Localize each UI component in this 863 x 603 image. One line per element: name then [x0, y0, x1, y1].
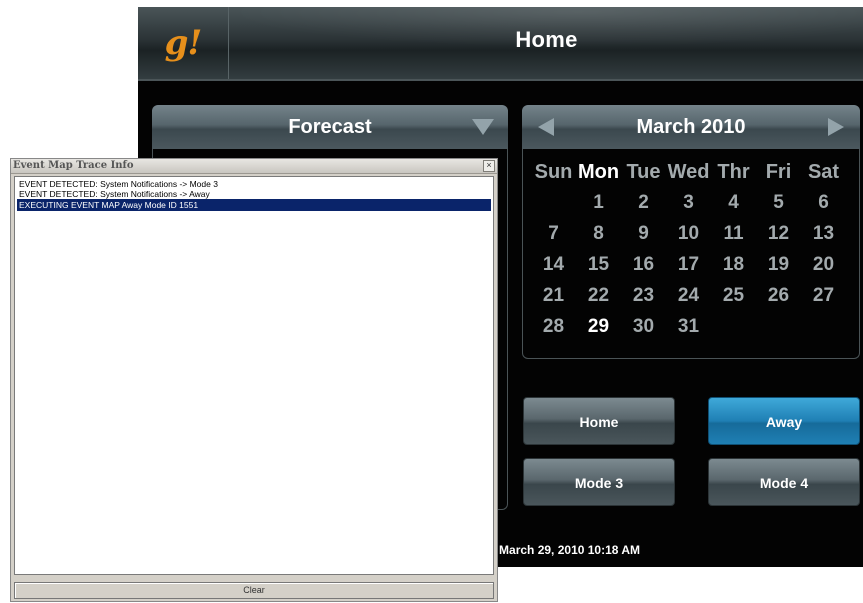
calendar-day[interactable]: 22	[576, 285, 621, 316]
calendar-day[interactable]: 23	[621, 285, 666, 316]
close-icon[interactable]: ×	[483, 160, 495, 172]
calendar-day[interactable]: 25	[711, 285, 756, 316]
calendar-day[interactable]: 4	[711, 192, 756, 223]
calendar-day[interactable]: 13	[801, 223, 846, 254]
calendar-day-name: Sun	[534, 161, 573, 183]
home-mode-button[interactable]: Home	[523, 397, 675, 445]
calendar-day[interactable]: 21	[531, 285, 576, 316]
calendar-day[interactable]: 12	[756, 223, 801, 254]
trace-window-title: Event Map Trace Info	[13, 160, 134, 171]
calendar-day-name: Thr	[717, 161, 750, 183]
logo-text: g!	[164, 23, 203, 63]
mode-3-button[interactable]: Mode 3	[523, 458, 675, 506]
calendar-day[interactable]: 9	[621, 223, 666, 254]
trace-log-line[interactable]: EVENT DETECTED: System Notifications -> …	[17, 189, 491, 199]
trace-titlebar[interactable]: Event Map Trace Info ×	[11, 159, 497, 174]
forecast-header: Forecast	[152, 105, 508, 149]
trace-log-list[interactable]: EVENT DETECTED: System Notifications -> …	[14, 176, 494, 575]
header-bar: g! Home	[138, 7, 863, 81]
calendar-panel: Sun Mon Tue Wed Thr Fri Sat 1 2 3 4 5 6 7 8 9 10 11 12 13 14…	[522, 149, 860, 359]
event-map-trace-window: Event Map Trace Info × EVENT DETECTED: S…	[10, 158, 498, 602]
logo[interactable]: g!	[138, 7, 229, 79]
calendar-day-name: Sat	[807, 161, 840, 183]
calendar-day[interactable]: 15	[576, 254, 621, 285]
calendar-day[interactable]: 2	[621, 192, 666, 223]
calendar-day-name: Tue	[626, 161, 661, 183]
calendar-day-name: Wed	[667, 161, 710, 183]
calendar-day[interactable]: 8	[576, 223, 621, 254]
calendar-day	[711, 316, 756, 347]
trace-log-line[interactable]: EXECUTING EVENT MAP Away Mode ID 1551	[17, 199, 491, 211]
calendar-day[interactable]: 17	[666, 254, 711, 285]
calendar-day[interactable]: 1	[576, 192, 621, 223]
calendar-day[interactable]: 18	[711, 254, 756, 285]
calendar-day[interactable]: 27	[801, 285, 846, 316]
calendar-header: March 2010	[522, 105, 860, 149]
next-month-icon[interactable]	[828, 118, 844, 136]
calendar-month-label: March 2010	[636, 116, 746, 138]
calendar-day[interactable]: 20	[801, 254, 846, 285]
calendar-day[interactable]: 6	[801, 192, 846, 223]
calendar-day[interactable]: 3	[666, 192, 711, 223]
calendar-day	[756, 316, 801, 347]
calendar-day[interactable]: 10	[666, 223, 711, 254]
clear-button[interactable]: Clear	[14, 582, 494, 599]
calendar-day[interactable]: 24	[666, 285, 711, 316]
calendar-day[interactable]: 7	[531, 223, 576, 254]
calendar-day[interactable]: 16	[621, 254, 666, 285]
calendar-day-name: Fri	[765, 161, 792, 183]
calendar-today[interactable]: 29	[576, 316, 621, 347]
away-mode-button[interactable]: Away	[708, 397, 860, 445]
calendar-day	[531, 192, 576, 223]
calendar-day[interactable]: 19	[756, 254, 801, 285]
datetime-label: March 29, 2010 10:18 AM	[499, 543, 640, 557]
forecast-dropdown-icon[interactable]	[472, 119, 494, 135]
calendar-day-name: Mon	[577, 161, 620, 183]
calendar-day[interactable]: 30	[621, 316, 666, 347]
trace-log-line[interactable]: EVENT DETECTED: System Notifications -> …	[17, 179, 491, 189]
calendar-day[interactable]: 5	[756, 192, 801, 223]
forecast-title: Forecast	[288, 116, 372, 138]
calendar-day	[801, 316, 846, 347]
page-title: Home	[515, 27, 578, 52]
calendar-grid: Sun Mon Tue Wed Thr Fri Sat 1 2 3 4 5 6 7 8 9 10 11 12 13 14…	[531, 161, 846, 347]
calendar-day[interactable]: 26	[756, 285, 801, 316]
prev-month-icon[interactable]	[538, 118, 554, 136]
calendar-day[interactable]: 31	[666, 316, 711, 347]
calendar-day[interactable]: 14	[531, 254, 576, 285]
calendar-day[interactable]: 11	[711, 223, 756, 254]
calendar-day[interactable]: 28	[531, 316, 576, 347]
mode-4-button[interactable]: Mode 4	[708, 458, 860, 506]
